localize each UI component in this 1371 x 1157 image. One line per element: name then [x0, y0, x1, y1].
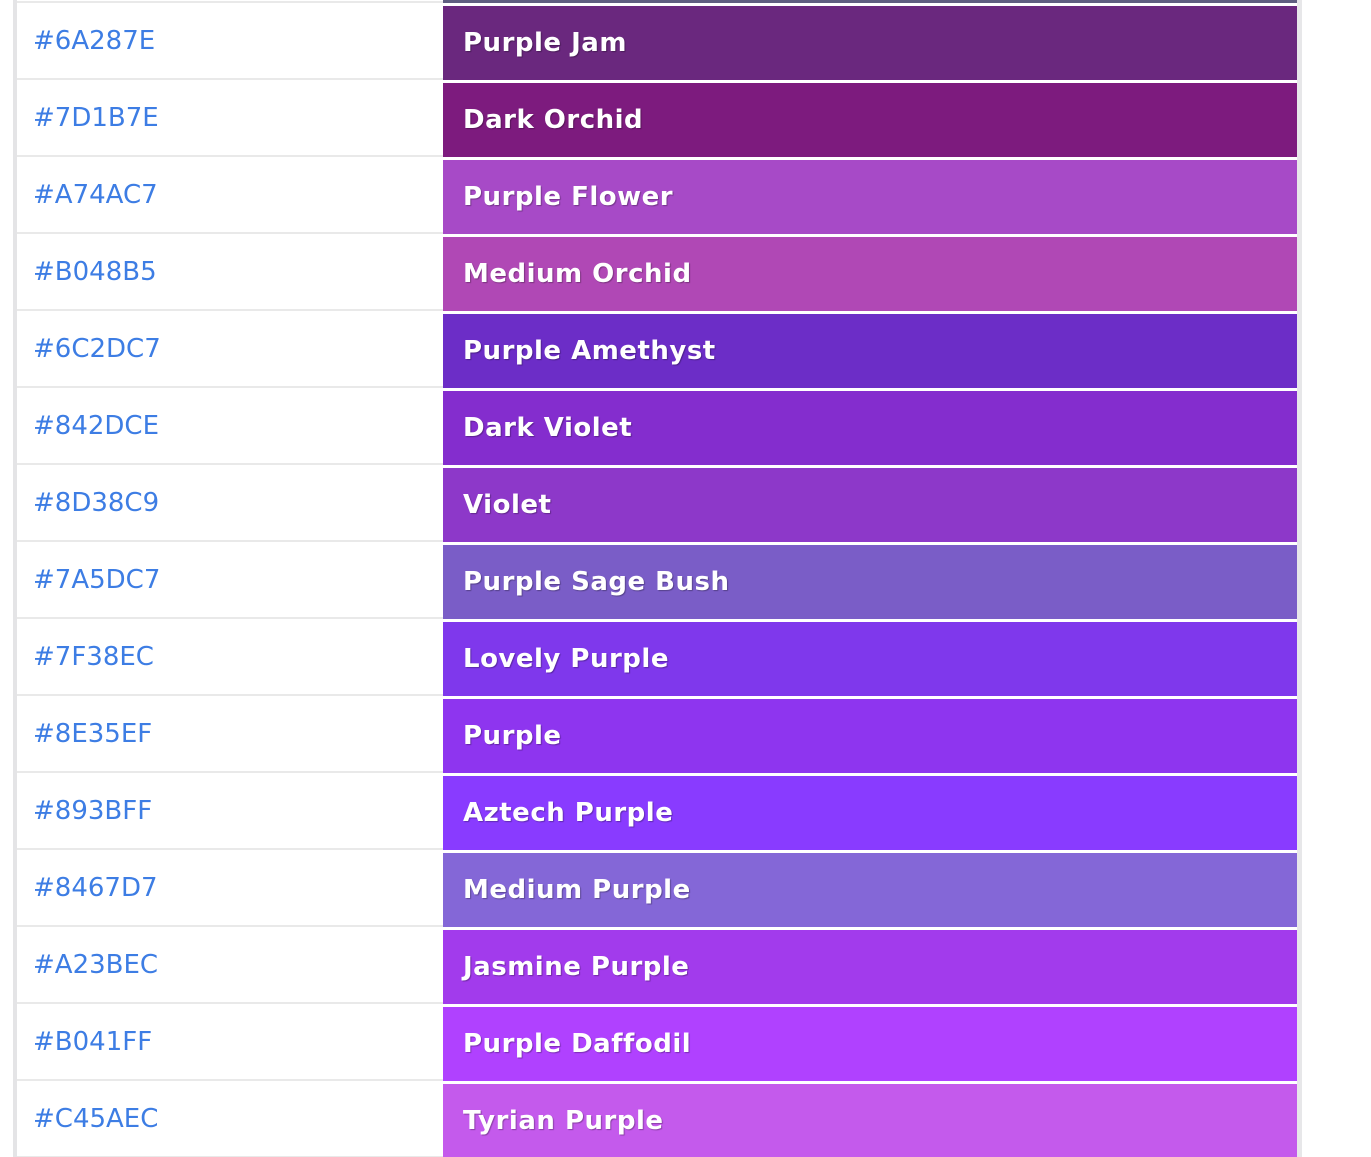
color-swatch: Dark Violet [443, 391, 1297, 465]
swatch-cell: Jasmine Purple [443, 927, 1297, 1004]
color-name-label: Dark Violet [463, 413, 632, 443]
color-chart-table: #6A287E Purple Jam #7D1B7E Dark Orchid #… [13, 0, 1302, 1157]
swatch-cell: Purple Jam [443, 3, 1297, 80]
hex-cell: #7F38EC [17, 619, 443, 696]
color-name-label: Lovely Purple [463, 644, 669, 674]
color-name-label: Jasmine Purple [463, 952, 689, 982]
hex-code-link[interactable]: #893BFF [33, 796, 152, 826]
swatch-cell: Lovely Purple [443, 619, 1297, 696]
hex-code-link[interactable]: #7A5DC7 [33, 565, 160, 595]
hex-cell: #6A287E [17, 3, 443, 80]
hex-cell: #8467D7 [17, 850, 443, 927]
swatch-cell: Tyrian Purple [443, 1081, 1297, 1157]
color-row: #6C2DC7 Purple Amethyst [17, 311, 1297, 388]
hex-code-link[interactable]: #7F38EC [33, 642, 154, 672]
hex-cell: #C45AEC [17, 1081, 443, 1157]
color-row: #B048B5 Medium Orchid [17, 234, 1297, 311]
hex-cell: #8E35EF [17, 696, 443, 773]
color-row: #8467D7 Medium Purple [17, 850, 1297, 927]
color-name-label: Purple Flower [463, 182, 673, 212]
hex-code-link[interactable]: #6A287E [33, 26, 155, 56]
hex-cell: #6C2DC7 [17, 311, 443, 388]
color-row: #6A287E Purple Jam [17, 3, 1297, 80]
hex-cell: #7D1B7E [17, 80, 443, 157]
color-swatch: Medium Orchid [443, 237, 1297, 311]
hex-code-link[interactable]: #C45AEC [33, 1104, 158, 1134]
color-row: #C45AEC Tyrian Purple [17, 1081, 1297, 1157]
hex-code-link[interactable]: #8467D7 [33, 873, 158, 903]
swatch-cell: Purple Flower [443, 157, 1297, 234]
swatch-cell: Purple Amethyst [443, 311, 1297, 388]
swatch-cell: Purple [443, 696, 1297, 773]
color-row: #7F38EC Lovely Purple [17, 619, 1297, 696]
color-row: #8D38C9 Violet [17, 465, 1297, 542]
hex-code-link[interactable]: #7D1B7E [33, 103, 159, 133]
color-name-label: Medium Orchid [463, 259, 692, 289]
hex-code-link[interactable]: #A74AC7 [33, 180, 158, 210]
hex-cell: #A23BEC [17, 927, 443, 1004]
hex-cell: #7A5DC7 [17, 542, 443, 619]
color-row: #893BFF Aztech Purple [17, 773, 1297, 850]
swatch-cell: Medium Purple [443, 850, 1297, 927]
swatch-cell: Violet [443, 465, 1297, 542]
color-swatch: Tyrian Purple [443, 1084, 1297, 1157]
color-swatch: Purple Jam [443, 6, 1297, 80]
color-row: #7A5DC7 Purple Sage Bush [17, 542, 1297, 619]
hex-code-link[interactable]: #A23BEC [33, 950, 158, 980]
color-swatch: Purple Flower [443, 160, 1297, 234]
hex-cell: #8D38C9 [17, 465, 443, 542]
color-name-label: Violet [463, 490, 551, 520]
color-name-label: Medium Purple [463, 875, 691, 905]
hex-cell: #B041FF [17, 1004, 443, 1081]
color-row: #B041FF Purple Daffodil [17, 1004, 1297, 1081]
hex-cell: #842DCE [17, 388, 443, 465]
hex-code-link[interactable]: #8E35EF [33, 719, 152, 749]
color-name-label: Purple [463, 721, 562, 751]
color-swatch: Violet [443, 468, 1297, 542]
hex-cell: #893BFF [17, 773, 443, 850]
color-swatch: Dark Orchid [443, 83, 1297, 157]
page-viewport: #6A287E Purple Jam #7D1B7E Dark Orchid #… [0, 0, 1371, 1157]
color-name-label: Dark Orchid [463, 105, 643, 135]
swatch-cell: Dark Orchid [443, 80, 1297, 157]
swatch-cell: Purple Daffodil [443, 1004, 1297, 1081]
color-swatch: Purple [443, 699, 1297, 773]
color-name-label: Purple Sage Bush [463, 567, 729, 597]
color-row: #A74AC7 Purple Flower [17, 157, 1297, 234]
hex-code-link[interactable]: #B048B5 [33, 257, 157, 287]
swatch-cell: Medium Orchid [443, 234, 1297, 311]
hex-cell: #A74AC7 [17, 157, 443, 234]
color-swatch: Aztech Purple [443, 776, 1297, 850]
swatch-cell: Aztech Purple [443, 773, 1297, 850]
color-row: #8E35EF Purple [17, 696, 1297, 773]
swatch-cell: Dark Violet [443, 388, 1297, 465]
color-row: #842DCE Dark Violet [17, 388, 1297, 465]
hex-code-link[interactable]: #6C2DC7 [33, 334, 161, 364]
color-row: #A23BEC Jasmine Purple [17, 927, 1297, 1004]
color-swatch: Lovely Purple [443, 622, 1297, 696]
color-swatch: Purple Daffodil [443, 1007, 1297, 1081]
color-name-label: Aztech Purple [463, 798, 673, 828]
color-row: #7D1B7E Dark Orchid [17, 80, 1297, 157]
color-name-label: Tyrian Purple [463, 1106, 663, 1136]
color-swatch: Purple Sage Bush [443, 545, 1297, 619]
color-name-label: Purple Amethyst [463, 336, 716, 366]
hex-code-link[interactable]: #8D38C9 [33, 488, 159, 518]
hex-code-link[interactable]: #842DCE [33, 411, 159, 441]
color-swatch: Jasmine Purple [443, 930, 1297, 1004]
color-name-label: Purple Daffodil [463, 1029, 691, 1059]
color-swatch: Purple Amethyst [443, 314, 1297, 388]
swatch-cell: Purple Sage Bush [443, 542, 1297, 619]
color-swatch: Medium Purple [443, 853, 1297, 927]
hex-cell: #B048B5 [17, 234, 443, 311]
color-name-label: Purple Jam [463, 28, 627, 58]
hex-code-link[interactable]: #B041FF [33, 1027, 152, 1057]
